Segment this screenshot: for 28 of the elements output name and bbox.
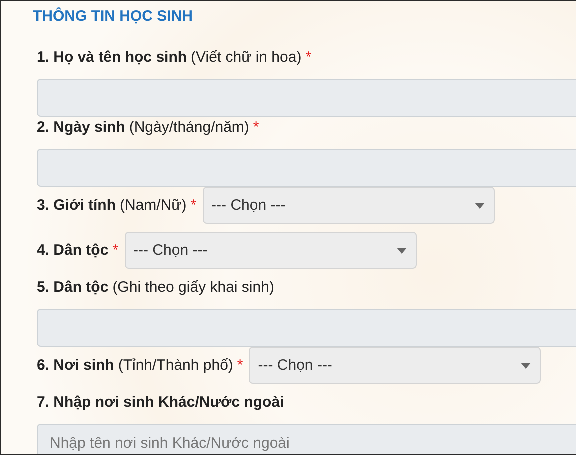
field-hint: (Viết chữ in hoa)	[191, 48, 302, 68]
field-label: 5. Dân tộc	[37, 278, 109, 298]
field-label: 4. Dân tộc	[37, 240, 109, 260]
input-field[interactable]	[37, 309, 576, 347]
input-field[interactable]: Nhập tên nơi sinh Khác/Nước ngoài	[37, 424, 576, 454]
input-field[interactable]	[37, 79, 576, 117]
required-mark: *	[237, 356, 244, 376]
required-mark: *	[253, 118, 260, 138]
required-mark: *	[306, 48, 312, 68]
field-label: 2. Ngày sinh	[37, 118, 126, 138]
field-hint: (Nam/Nữ)	[120, 196, 187, 216]
field-hint: (Ghi theo giấy khai sinh)	[112, 278, 274, 298]
caret-icon	[474, 202, 485, 208]
input-field[interactable]	[37, 149, 576, 187]
field-label: 6. Nơi sinh	[37, 356, 114, 376]
caret-icon	[396, 248, 407, 254]
required-mark: *	[190, 196, 197, 216]
field-hint: (Ngày/tháng/năm)	[129, 118, 250, 138]
select-dropdown[interactable]: --- Chọn ---	[249, 347, 542, 384]
field-hint: (Tỉnh/Thành phố)	[118, 356, 234, 376]
required-mark: *	[112, 240, 119, 260]
field-label: 1. Họ và tên học sinh	[37, 48, 188, 68]
field-label: 7. Nhập nơi sinh Khác/Nước ngoài	[37, 393, 284, 413]
section-title: THÔNG TIN HỌC SINH	[33, 7, 194, 27]
field-label: 3. Giới tính	[37, 196, 116, 216]
caret-icon	[521, 362, 532, 368]
select-dropdown[interactable]: --- Chọn ---	[202, 187, 495, 224]
select-dropdown[interactable]: --- Chọn ---	[124, 232, 417, 269]
